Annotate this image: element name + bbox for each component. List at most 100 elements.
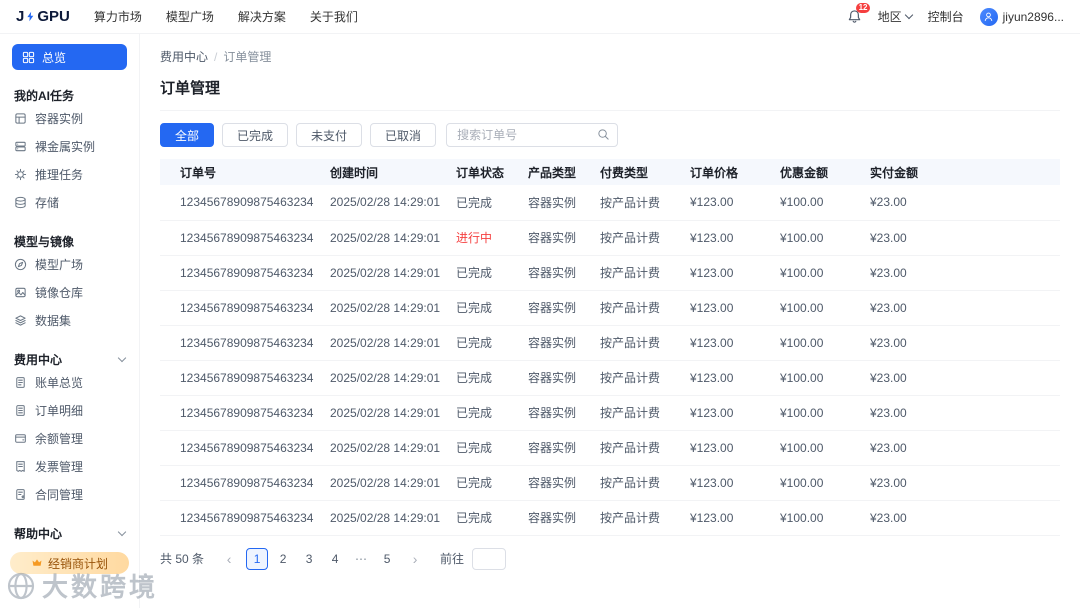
sidebar-item-label: 镜像仓库 — [35, 285, 84, 300]
notification-bell[interactable]: 12 — [847, 3, 871, 24]
page-number-4[interactable]: 4 — [324, 548, 346, 570]
top-navbar: J GPU 算力市场 模型广场 解决方案 关于我们 12 地区 控制台 jiyun28… — [0, 0, 1080, 34]
top-nav: 算力市场 模型广场 解决方案 关于我们 — [94, 8, 358, 25]
overview-label: 总览 — [42, 50, 67, 65]
orders-table: 订单号 创建时间 订单状态 产品类型 付费类型 订单价格 优惠金额 实付金额 12345678… — [160, 159, 1060, 536]
order-no-cell: 12345678909875463234 — [160, 220, 322, 256]
sidebar-section-title: 我的AI任务 — [14, 88, 75, 103]
created-time-cell: 2025/02/28 14:29:01 — [322, 395, 448, 431]
discount-amount-cell: ¥100.00 — [772, 325, 862, 361]
search-box — [446, 123, 619, 147]
sidebar-item-container[interactable]: 容器实例 — [0, 104, 139, 132]
dealer-plan-button[interactable]: 经销商计划 — [10, 552, 129, 574]
sidebar-item-label: 余额管理 — [35, 431, 84, 446]
sidebar-item-invoice[interactable]: 发票管理 — [0, 452, 139, 480]
discount-amount-cell: ¥100.00 — [772, 220, 862, 256]
sidebar-item-baremetal[interactable]: 裸金属实例 — [0, 132, 139, 160]
dealer-plan-label: 经销商计划 — [47, 556, 108, 571]
actual-amount-cell: ¥23.00 — [862, 185, 1060, 221]
product-type-cell: 容器实例 — [520, 290, 592, 326]
sidebar-item-label: 推理任务 — [35, 167, 84, 182]
search-button[interactable] — [597, 128, 610, 141]
model-market-icon — [14, 258, 27, 270]
created-time-cell: 2025/02/28 14:29:01 — [322, 430, 448, 466]
column-header: 订单价格 — [682, 159, 772, 185]
sidebar-item-label: 存储 — [35, 195, 60, 210]
sidebar-item-bill[interactable]: 账单总览 — [0, 368, 139, 396]
sidebar-item-label: 发票管理 — [35, 459, 84, 474]
nav-item-2[interactable]: 模型广场 — [166, 8, 214, 25]
table-row: 12345678909875463234 2025/02/28 14:29:01 已… — [160, 325, 1060, 361]
product-type-cell: 容器实例 — [520, 185, 592, 221]
sidebar-section-title[interactable]: 帮助中心 — [0, 524, 139, 542]
table-row: 12345678909875463234 2025/02/28 14:29:01 已… — [160, 360, 1060, 396]
actual-amount-cell: ¥23.00 — [862, 465, 1060, 501]
sidebar-section-title: 模型与镜像 — [14, 234, 75, 249]
table-row: 12345678909875463234 2025/02/28 14:29:01 已… — [160, 430, 1060, 466]
next-page-button[interactable]: › — [404, 548, 426, 570]
image-repo-icon — [15, 287, 26, 297]
logo-bolt-icon — [24, 10, 37, 23]
order-no-cell: 12345678909875463234 — [160, 360, 322, 396]
filter-tab-1[interactable]: 全部 — [160, 123, 215, 147]
nav-item-1[interactable]: 算力市场 — [94, 8, 142, 25]
nav-item-4[interactable]: 关于我们 — [310, 8, 358, 25]
actual-amount-cell: ¥23.00 — [862, 255, 1060, 291]
sidebar-item-inference[interactable]: 推理任务 — [0, 160, 139, 188]
sidebar-item-order[interactable]: 订单明细 — [0, 396, 139, 424]
sidebar-section-title[interactable]: 费用中心 — [0, 350, 139, 368]
logo-text-right: GPU — [37, 8, 70, 25]
pay-type-cell: 按产品计费 — [592, 290, 682, 326]
chevron-down-icon — [117, 353, 127, 362]
sidebar-item-storage[interactable]: 存储 — [0, 188, 139, 216]
goto-page-input[interactable] — [472, 547, 507, 570]
sidebar-item-label: 订单明细 — [35, 403, 84, 418]
order-price-cell: ¥123.00 — [682, 395, 772, 431]
crown-icon — [32, 559, 42, 566]
baremetal-icon — [15, 141, 26, 151]
page-number-2[interactable]: 2 — [272, 548, 294, 570]
logo[interactable]: J GPU — [16, 8, 70, 25]
order-price-cell: ¥123.00 — [682, 185, 772, 221]
sidebar-item-dataset[interactable]: 数据集 — [0, 306, 139, 334]
sidebar-item-model-market[interactable]: 模型广场 — [0, 250, 139, 278]
filter-tab-4[interactable]: 已取消 — [370, 123, 437, 147]
pagination: 共 50 条 ‹ 1 2 3 4 ⋯ 5 › 前往 — [160, 547, 1060, 570]
column-header: 产品类型 — [520, 159, 592, 185]
order-no-cell: 12345678909875463234 — [160, 290, 322, 326]
filter-toolbar: 全部 已完成 未支付 已取消 — [160, 123, 1060, 147]
region-label: 地区 — [877, 10, 902, 24]
page-number-1[interactable]: 1 — [246, 547, 269, 570]
table-row: 12345678909875463234 2025/02/28 14:29:01 已… — [160, 465, 1060, 501]
page-ellipsis: ⋯ — [355, 551, 368, 566]
actual-amount-cell: ¥23.00 — [862, 500, 1060, 536]
discount-amount-cell: ¥100.00 — [772, 465, 862, 501]
order-status-cell: 已完成 — [448, 360, 520, 396]
balance-icon — [15, 433, 26, 443]
discount-amount-cell: ¥100.00 — [772, 360, 862, 396]
filter-tabs: 全部 已完成 未支付 已取消 — [160, 123, 437, 147]
sidebar-item-image-repo[interactable]: 镜像仓库 — [0, 278, 139, 306]
user-menu[interactable]: jiyun2896... — [979, 7, 1064, 26]
discount-amount-cell: ¥100.00 — [772, 500, 862, 536]
order-no-cell: 12345678909875463234 — [160, 185, 322, 221]
dataset-icon — [15, 314, 26, 326]
search-input[interactable] — [446, 123, 619, 147]
sidebar-item-overview[interactable]: 总览 — [12, 44, 127, 70]
order-price-cell: ¥123.00 — [682, 360, 772, 396]
total-count: 共 50 条 — [160, 552, 205, 566]
filter-tab-2[interactable]: 已完成 — [222, 123, 289, 147]
nav-item-3[interactable]: 解决方案 — [238, 8, 286, 25]
page-number-5[interactable]: 5 — [376, 548, 398, 570]
pay-type-cell: 按产品计费 — [592, 430, 682, 466]
filter-tab-3[interactable]: 未支付 — [296, 123, 363, 147]
breadcrumb-parent[interactable]: 费用中心 — [160, 48, 208, 65]
page-number-3[interactable]: 3 — [298, 548, 320, 570]
sidebar-item-contract[interactable]: 合同管理 — [0, 480, 139, 508]
sidebar-item-balance[interactable]: 余额管理 — [0, 424, 139, 452]
console-link[interactable]: 控制台 — [928, 8, 964, 25]
region-selector[interactable]: 地区 — [877, 8, 913, 25]
column-header: 订单状态 — [448, 159, 520, 185]
order-status-cell: 已完成 — [448, 325, 520, 361]
prev-page-button[interactable]: ‹ — [218, 548, 240, 570]
